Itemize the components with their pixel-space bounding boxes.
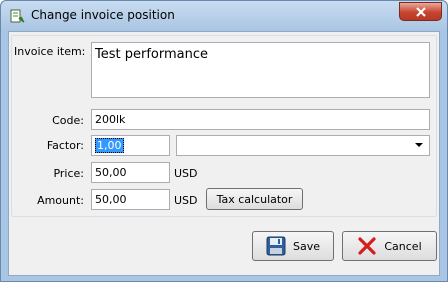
factor-label: Factor: (46, 139, 84, 152)
price-input[interactable]: 50,00 (91, 162, 170, 183)
cancel-button[interactable]: Cancel (342, 231, 437, 261)
amount-value: 50,00 (95, 193, 127, 206)
amount-currency: USD (174, 194, 198, 207)
red-x-icon (357, 236, 377, 256)
close-icon (415, 6, 426, 17)
dialog-window: Change invoice position Invoice item: Te… (0, 0, 448, 282)
factor-value: 1,00 (95, 138, 124, 153)
price-currency: USD (174, 167, 198, 180)
window-title: Change invoice position (31, 8, 175, 22)
tax-calculator-label: Tax calculator (216, 192, 293, 206)
amount-label: Amount: (37, 194, 84, 207)
code-value: 200lk (95, 113, 126, 126)
dialog-body: Invoice item: Test performance Code: 200… (8, 31, 440, 276)
save-button[interactable]: Save (252, 231, 334, 261)
cancel-label: Cancel (384, 239, 422, 253)
floppy-disk-icon (266, 236, 286, 256)
price-label: Price: (53, 167, 84, 180)
title-bar[interactable]: Change invoice position (1, 1, 447, 31)
code-input[interactable]: 200lk (91, 109, 430, 130)
invoice-app-icon (10, 9, 26, 23)
invoice-item-value: Test performance (95, 47, 208, 62)
invoice-item-textarea[interactable]: Test performance (91, 42, 430, 98)
factor-input[interactable]: 1,00 (91, 135, 170, 156)
amount-input[interactable]: 50,00 (91, 189, 170, 210)
close-button[interactable] (399, 2, 442, 21)
price-value: 50,00 (95, 166, 127, 179)
code-label: Code: (52, 114, 84, 127)
chevron-down-icon (415, 143, 423, 147)
factor-unit-dropdown[interactable] (176, 135, 430, 156)
invoice-item-label: Invoice item: (14, 45, 86, 58)
tax-calculator-button[interactable]: Tax calculator (206, 188, 303, 210)
form-group: Invoice item: Test performance Code: 200… (11, 35, 437, 217)
save-label: Save (292, 239, 320, 253)
